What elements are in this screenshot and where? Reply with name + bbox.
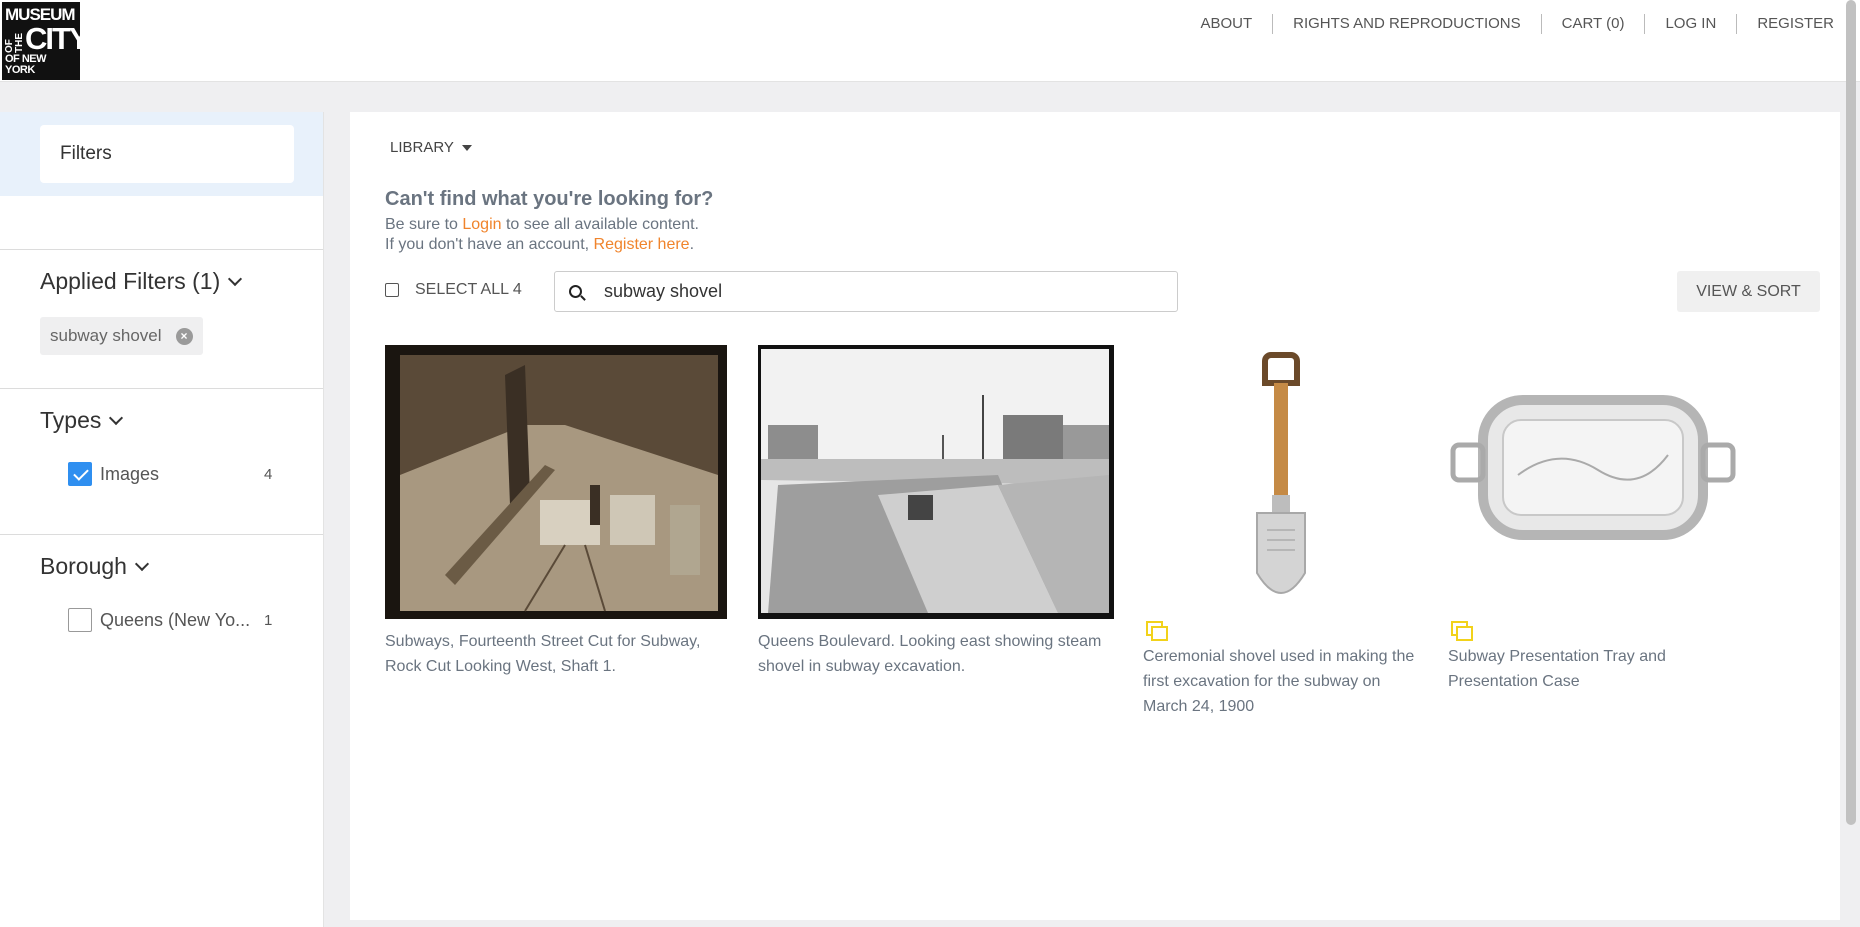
checkbox-queens[interactable] <box>68 608 92 632</box>
help-text: to see all available content. <box>501 216 699 233</box>
borough-title: Borough <box>40 553 127 579</box>
result-caption[interactable]: Queens Boulevard. Looking east showing s… <box>758 629 1114 679</box>
result-card[interactable]: Ceremonial shovel used in making the fir… <box>1143 345 1418 719</box>
logo-city: CITY <box>25 21 80 56</box>
types-title: Types <box>40 407 102 433</box>
nav-login[interactable]: LOG IN <box>1644 14 1736 34</box>
museum-logo[interactable]: MUSEUM OF THE CITY OF NEW YORK <box>2 2 80 80</box>
filters-band: Filters <box>0 112 323 196</box>
borough-option-queens[interactable]: Queens (New Yo... 1 <box>68 608 283 632</box>
search-value: subway shovel <box>604 281 723 301</box>
checkbox-images[interactable] <box>68 462 92 486</box>
help-text: If you don't have an account, <box>385 236 594 253</box>
result-caption[interactable]: Subway Presentation Tray and Presentatio… <box>1448 644 1738 694</box>
search-input[interactable]: subway shovel <box>554 271 1178 312</box>
caret-down-icon <box>461 144 472 151</box>
logo-of-the: OF THE <box>4 32 25 53</box>
result-thumbnail[interactable] <box>758 345 1114 619</box>
register-link[interactable]: Register here <box>594 236 690 253</box>
filter-chip-label: subway shovel <box>50 326 162 345</box>
result-caption[interactable]: Subways, Fourteenth Street Cut for Subwa… <box>385 629 727 679</box>
borough-section: Borough Queens (New Yo... 1 <box>0 534 323 632</box>
result-thumbnail[interactable] <box>385 345 727 619</box>
applied-filters-title: Applied Filters (1) <box>40 268 221 294</box>
page-scrollbar[interactable] <box>1846 0 1856 825</box>
select-all[interactable]: SELECT ALL 4 <box>385 281 522 299</box>
result-caption[interactable]: Ceremonial shovel used in making the fir… <box>1143 644 1418 719</box>
library-label: LIBRARY <box>390 139 454 156</box>
type-option-label: Images <box>100 463 160 484</box>
select-all-label: SELECT ALL 4 <box>415 281 522 298</box>
types-toggle[interactable]: Types <box>40 407 283 434</box>
type-option-images[interactable]: Images 4 <box>68 462 283 486</box>
type-option-count: 4 <box>264 465 273 483</box>
result-card[interactable]: Queens Boulevard. Looking east showing s… <box>758 345 1114 679</box>
library-dropdown[interactable]: LIBRARY <box>390 139 472 156</box>
top-nav: ABOUT RIGHTS AND REPRODUCTIONS CART (0) … <box>1180 14 1834 34</box>
borough-toggle[interactable]: Borough <box>40 553 283 580</box>
nav-cart[interactable]: CART (0) <box>1540 14 1645 34</box>
nav-rights[interactable]: RIGHTS AND REPRODUCTIONS <box>1272 14 1541 34</box>
help-text: Be sure to <box>385 216 463 233</box>
result-card[interactable]: Subway Presentation Tray and Presentatio… <box>1448 345 1738 694</box>
borough-option-label: Queens (New Yo... <box>100 609 250 630</box>
result-thumbnail[interactable] <box>1448 345 1738 613</box>
multiple-images-icon <box>1448 618 1473 641</box>
applied-filters-section: Applied Filters (1) subway shovel × <box>0 249 323 388</box>
help-line-1: Be sure to Login to see all available co… <box>385 215 713 235</box>
remove-chip-icon[interactable]: × <box>175 327 193 345</box>
chevron-down-icon <box>228 271 243 286</box>
logo-line-3: OF NEW YORK <box>5 53 47 76</box>
nav-register[interactable]: REGISTER <box>1736 14 1834 34</box>
site-header: MUSEUM OF THE CITY OF NEW YORK ABOUT RIGH… <box>0 0 1860 82</box>
view-sort-button[interactable]: VIEW & SORT <box>1677 271 1820 312</box>
nav-about[interactable]: ABOUT <box>1180 14 1272 34</box>
filter-sidebar: Filters Applied Filters (1) subway shove… <box>0 112 324 927</box>
chevron-down-icon <box>109 410 124 425</box>
help-line-2: If you don't have an account, Register h… <box>385 235 713 255</box>
multiple-images-icon <box>1143 618 1168 641</box>
chevron-down-icon <box>134 556 150 571</box>
result-card[interactable]: Subways, Fourteenth Street Cut for Subwa… <box>385 345 727 679</box>
help-message: Can't find what you're looking for? Be s… <box>385 188 713 255</box>
search-icon <box>569 285 582 298</box>
results-panel: LIBRARY Can't find what you're looking f… <box>350 112 1840 920</box>
result-thumbnail[interactable] <box>1143 345 1418 613</box>
borough-option-count: 1 <box>264 611 273 629</box>
select-all-checkbox[interactable] <box>385 283 399 297</box>
login-link[interactable]: Login <box>462 216 501 233</box>
filter-chip: subway shovel × <box>40 317 203 355</box>
filters-heading[interactable]: Filters <box>40 125 294 183</box>
types-section: Types Images 4 <box>0 388 323 534</box>
help-text: . <box>689 236 695 253</box>
help-title: Can't find what you're looking for? <box>385 188 714 210</box>
applied-filters-toggle[interactable]: Applied Filters (1) <box>40 268 283 295</box>
